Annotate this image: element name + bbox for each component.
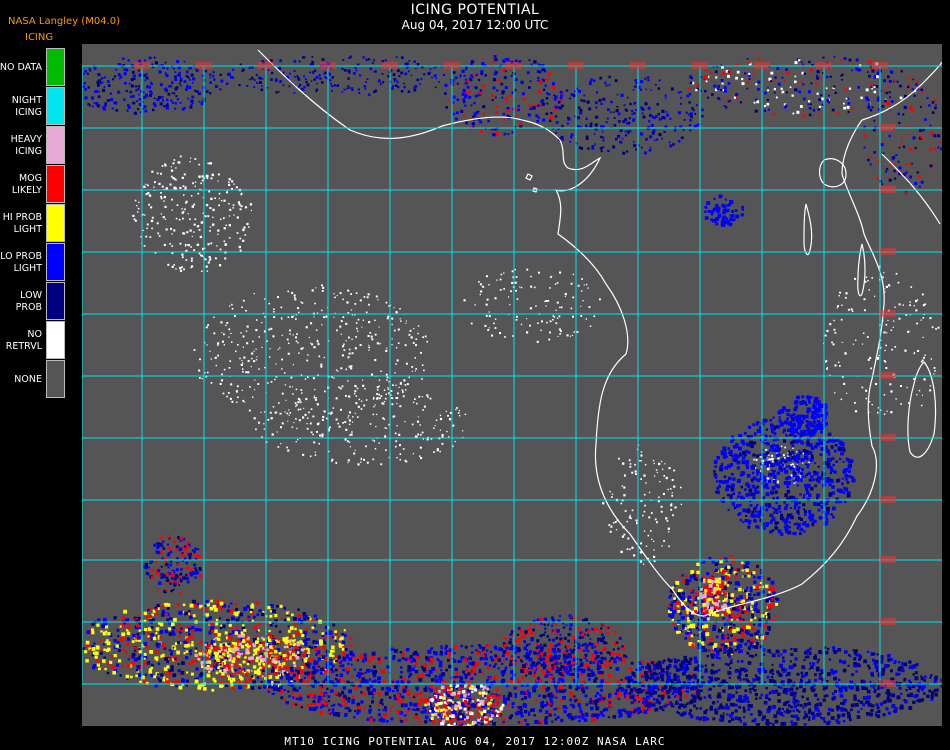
legend-swatch bbox=[46, 48, 65, 86]
grid-label-marker bbox=[880, 496, 896, 503]
grid-label-marker bbox=[880, 434, 896, 441]
grid-label-marker bbox=[320, 62, 336, 69]
color-legend: NO DATA NIGHT ICING HEAVY ICING MOG LIKELY … bbox=[0, 48, 66, 399]
grid-label-marker bbox=[754, 62, 770, 69]
legend-label: LOW bbox=[20, 289, 42, 301]
legend-item-no-data: NO DATA bbox=[0, 48, 66, 87]
legend-swatch bbox=[46, 360, 65, 398]
legend-label: NIGHT bbox=[11, 94, 42, 106]
grid-label-marker bbox=[134, 62, 150, 69]
legend-label: RETRVL bbox=[5, 340, 42, 352]
legend-item-none: NONE bbox=[0, 360, 66, 399]
footer-caption: MT10 ICING POTENTIAL AUG 04, 2017 12:00Z… bbox=[284, 735, 666, 748]
legend-label: PROB bbox=[15, 301, 42, 313]
legend-label: LO PROB bbox=[0, 250, 42, 262]
legend-label: LIKELY bbox=[11, 184, 42, 196]
legend-swatch bbox=[46, 282, 65, 320]
legend-swatch bbox=[46, 243, 65, 281]
map-title: ICING POTENTIAL bbox=[410, 2, 540, 18]
legend-label: MOG bbox=[18, 172, 42, 184]
legend-swatch bbox=[46, 321, 65, 359]
legend-title: ICING bbox=[25, 32, 54, 43]
legend-item-low-prob: LOW PROB bbox=[0, 282, 66, 321]
legend-swatch bbox=[46, 126, 65, 164]
legend-swatch bbox=[46, 87, 65, 125]
grid-label-marker bbox=[568, 62, 584, 69]
legend-swatch bbox=[46, 165, 65, 203]
grid-label-marker bbox=[880, 556, 896, 563]
legend-label: NO bbox=[27, 328, 42, 340]
legend-item-heavy-icing: HEAVY ICING bbox=[0, 126, 66, 165]
grid-label-marker bbox=[506, 62, 522, 69]
legend-item-night-icing: NIGHT ICING bbox=[0, 87, 66, 126]
legend-label: HI PROB bbox=[2, 211, 42, 223]
legend-swatch bbox=[46, 204, 65, 242]
map-timestamp: Aug 04, 2017 12:00 UTC bbox=[401, 18, 549, 32]
grid-label-marker bbox=[880, 248, 896, 255]
legend-label: ICING bbox=[15, 106, 42, 118]
grid-label-marker bbox=[692, 62, 708, 69]
grid-label-marker bbox=[382, 62, 398, 69]
legend-label: ICING bbox=[15, 145, 42, 157]
grid-label-marker bbox=[880, 310, 896, 317]
grid-label-marker bbox=[630, 62, 646, 69]
legend-label: LIGHT bbox=[13, 223, 42, 235]
grid-label-marker bbox=[880, 124, 896, 131]
grid-label-marker bbox=[880, 186, 896, 193]
grid-label-marker bbox=[880, 680, 896, 687]
grid-label-marker bbox=[444, 62, 460, 69]
legend-item-lo-prob-light: LO PROB LIGHT bbox=[0, 243, 66, 282]
grid-label-marker bbox=[816, 62, 832, 69]
legend-label: NONE bbox=[14, 373, 42, 385]
legend-item-no-retrvl: NO RETRVL bbox=[0, 321, 66, 360]
map-canvas bbox=[82, 44, 942, 726]
grid-label-marker bbox=[880, 618, 896, 625]
legend-item-mog-likely: MOG LIKELY bbox=[0, 165, 66, 204]
grid-label-marker bbox=[196, 62, 212, 69]
icing-map bbox=[82, 44, 942, 726]
legend-item-hi-prob-light: HI PROB LIGHT bbox=[0, 204, 66, 243]
legend-label: HEAVY bbox=[10, 133, 42, 145]
grid-label-marker bbox=[880, 372, 896, 379]
grid-label-marker bbox=[872, 62, 888, 69]
legend-label: LIGHT bbox=[13, 262, 42, 274]
source-label: NASA Langley (M04.0) bbox=[8, 16, 120, 27]
grid-label-marker bbox=[258, 62, 274, 69]
legend-label: NO DATA bbox=[0, 61, 42, 73]
